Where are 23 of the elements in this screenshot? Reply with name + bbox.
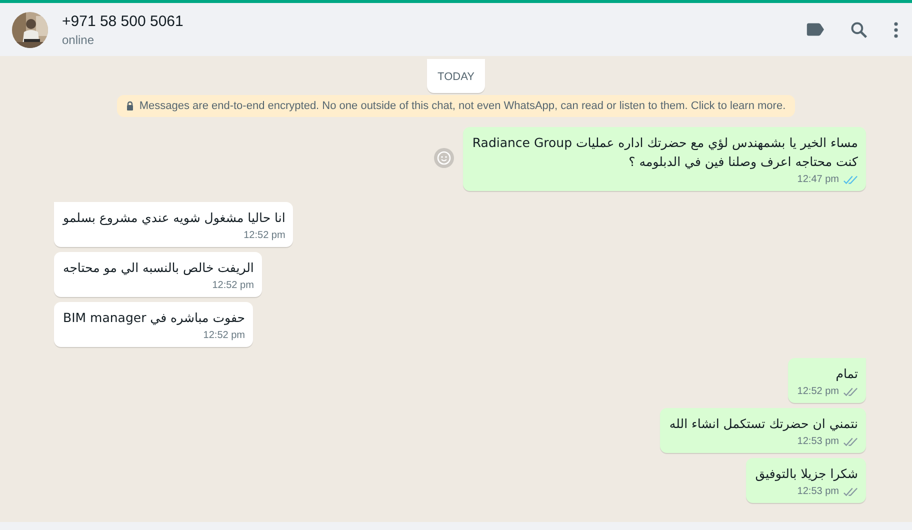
message-time: 12:47 pm [797, 173, 839, 187]
message-text: شكرا جزيلا بالتوفيق [755, 465, 858, 483]
message-text: الريفت خالص بالنسبه الي مو محتاجه [63, 259, 254, 277]
message-time: 12:52 pm [203, 329, 245, 343]
lock-icon [126, 101, 134, 111]
message-text: تمام [834, 365, 858, 383]
encryption-notice[interactable]: Messages are end-to-end encrypted. No one outside of this chat, not even WhatsApp, can read or listen to them. Click to learn more. [117, 95, 795, 117]
message-text: حفوت مباشره في BIM manager [63, 309, 245, 327]
message-time: 12:53 pm [797, 485, 839, 499]
menu-icon[interactable] [894, 22, 898, 38]
contact-name: +971 58 500 5061 [62, 12, 184, 30]
message-text: انا حاليا مشغول شويه عندي مشروع بسلمو [63, 209, 286, 227]
message-time: 12:52 pm [212, 279, 254, 293]
message-time: 12:53 pm [797, 435, 839, 449]
search-icon[interactable] [850, 20, 868, 38]
message-text: مساء الخير يا بشمهندس لؤي مع حضرتك اداره عمليات Radiance Group كنت محتاجه اعرف وصلنا فين في الدبلومه ؟ [472, 134, 858, 171]
label-icon[interactable] [806, 23, 824, 36]
message-time: 12:52 pm [244, 229, 286, 243]
date-chip: TODAY [426, 59, 486, 93]
notice-text: Messages are end-to-end encrypted. No one outside of this chat, not even WhatsApp, can read or listen to them. Click to learn more. [139, 100, 786, 112]
message-time: 12:52 pm [797, 385, 839, 399]
contact-status: online [62, 32, 96, 46]
message-text: نتمني ان حضرتك تستكمل انشاء الله [669, 415, 858, 433]
